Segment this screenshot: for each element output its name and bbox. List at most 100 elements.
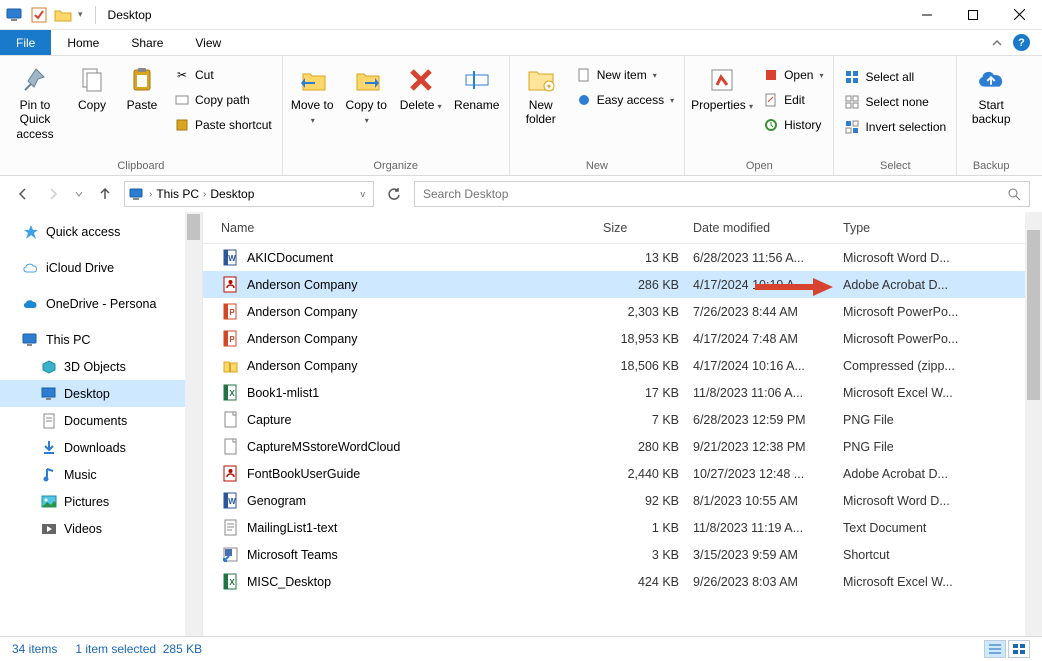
breadcrumb-root[interactable]: This PC: [156, 187, 199, 201]
chevron-right-icon[interactable]: ›: [203, 189, 206, 200]
search-icon[interactable]: [1007, 187, 1021, 201]
new-item-button[interactable]: New item▾: [572, 64, 678, 86]
file-row[interactable]: CaptureMSstoreWordCloud280 KB9/21/2023 1…: [203, 433, 1042, 460]
refresh-button[interactable]: [382, 187, 406, 202]
minimize-button[interactable]: [904, 0, 950, 30]
file-row[interactable]: WGenogram92 KB8/1/2023 10:55 AMMicrosoft…: [203, 487, 1042, 514]
file-size: 3 KB: [603, 548, 693, 562]
forward-button[interactable]: [42, 183, 64, 205]
search-input[interactable]: [423, 187, 1007, 201]
history-button[interactable]: History: [759, 114, 827, 136]
qat-dropdown-icon[interactable]: ▾: [78, 9, 83, 20]
folder-icon: [54, 6, 72, 24]
back-button[interactable]: [12, 183, 34, 205]
delete-button[interactable]: Delete ▾: [397, 60, 445, 112]
address-box[interactable]: › This PC › Desktop v: [124, 181, 374, 207]
copy-button[interactable]: Copy: [70, 60, 114, 112]
svg-text:X: X: [229, 578, 235, 587]
select-all-button[interactable]: Select all: [840, 66, 950, 88]
address-dropdown-icon[interactable]: v: [357, 189, 370, 199]
new-folder-button[interactable]: ✦ New folder: [516, 60, 566, 127]
cube-icon: [40, 358, 57, 375]
excel-icon: X: [221, 384, 239, 402]
file-size: 7 KB: [603, 413, 693, 427]
word-icon: W: [221, 492, 239, 510]
sidebar-icloud[interactable]: iCloud Drive: [0, 254, 202, 281]
file-row[interactable]: WAKICDocument13 KB6/28/2023 11:56 A...Mi…: [203, 244, 1042, 271]
sidebar-quick-access[interactable]: Quick access: [0, 218, 202, 245]
column-headers[interactable]: Name Size Date modified Type: [203, 212, 1042, 244]
file-date: 9/26/2023 8:03 AM: [693, 575, 843, 589]
help-icon[interactable]: ?: [1013, 34, 1030, 51]
file-row[interactable]: PAnderson Company18,953 KB4/17/2024 7:48…: [203, 325, 1042, 352]
thumbnails-view-button[interactable]: [1008, 640, 1030, 658]
sidebar-videos[interactable]: Videos: [0, 515, 202, 542]
column-size[interactable]: Size: [603, 221, 693, 235]
search-box[interactable]: [414, 181, 1030, 207]
copy-path-button[interactable]: Copy path: [170, 89, 276, 111]
content-scrollbar[interactable]: [1025, 212, 1042, 636]
file-date: 7/26/2023 8:44 AM: [693, 305, 843, 319]
sidebar-desktop[interactable]: Desktop: [0, 380, 202, 407]
paste-button[interactable]: Paste: [120, 60, 164, 112]
file-row[interactable]: XMISC_Desktop424 KB9/26/2023 8:03 AMMicr…: [203, 568, 1042, 595]
sidebar-onedrive[interactable]: OneDrive - Persona: [0, 290, 202, 317]
sidebar-this-pc[interactable]: This PC: [0, 326, 202, 353]
properties-button[interactable]: Properties ▾: [691, 60, 753, 112]
file-name: Capture: [247, 413, 603, 427]
file-name: Microsoft Teams: [247, 548, 603, 562]
sidebar-documents[interactable]: Documents: [0, 407, 202, 434]
file-size: 424 KB: [603, 575, 693, 589]
column-name[interactable]: Name: [221, 221, 603, 235]
copy-to-icon: [351, 64, 383, 96]
cut-button[interactable]: ✂Cut: [170, 64, 276, 86]
sidebar-pictures[interactable]: Pictures: [0, 488, 202, 515]
recent-locations-button[interactable]: [72, 183, 86, 205]
sidebar-scrollbar[interactable]: [185, 212, 202, 636]
edit-button[interactable]: Edit: [759, 89, 827, 111]
file-date: 6/28/2023 11:56 A...: [693, 251, 843, 265]
chevron-right-icon[interactable]: ›: [149, 189, 152, 200]
file-row[interactable]: Microsoft Teams3 KB3/15/2023 9:59 AMShor…: [203, 541, 1042, 568]
file-row[interactable]: XBook1-mlist117 KB11/8/2023 11:06 A...Mi…: [203, 379, 1042, 406]
paste-shortcut-icon: [174, 117, 190, 133]
file-row[interactable]: Anderson Company286 KB4/17/2024 10:19 A.…: [203, 271, 1042, 298]
invert-selection-button[interactable]: Invert selection: [840, 116, 950, 138]
file-type: Microsoft Word D...: [843, 251, 1042, 265]
up-button[interactable]: [94, 183, 116, 205]
start-backup-button[interactable]: Start backup: [963, 60, 1019, 127]
column-date[interactable]: Date modified: [693, 221, 843, 235]
file-size: 13 KB: [603, 251, 693, 265]
select-none-button[interactable]: Select none: [840, 91, 950, 113]
pin-to-quick-access-button[interactable]: Pin to Quick access: [6, 60, 64, 141]
file-row[interactable]: Anderson Company18,506 KB4/17/2024 10:16…: [203, 352, 1042, 379]
file-row[interactable]: MailingList1-text1 KB11/8/2023 11:19 A..…: [203, 514, 1042, 541]
tab-share[interactable]: Share: [115, 30, 179, 55]
text-icon: [221, 519, 239, 537]
file-row[interactable]: FontBookUserGuide2,440 KB10/27/2023 12:4…: [203, 460, 1042, 487]
file-date: 9/21/2023 12:38 PM: [693, 440, 843, 454]
ppt-icon: P: [221, 303, 239, 321]
easy-access-button[interactable]: Easy access▾: [572, 89, 678, 111]
file-row[interactable]: PAnderson Company2,303 KB7/26/2023 8:44 …: [203, 298, 1042, 325]
sidebar-music[interactable]: Music: [0, 461, 202, 488]
rename-button[interactable]: Rename: [451, 60, 503, 112]
collapse-ribbon-icon[interactable]: [991, 37, 1003, 49]
maximize-button[interactable]: [950, 0, 996, 30]
tab-file[interactable]: File: [0, 30, 51, 55]
move-to-button[interactable]: Move to ▾: [289, 60, 337, 127]
copy-to-button[interactable]: Copy to ▾: [343, 60, 391, 127]
sidebar-3d-objects[interactable]: 3D Objects: [0, 353, 202, 380]
open-button[interactable]: Open▾: [759, 64, 827, 86]
file-name: FontBookUserGuide: [247, 467, 603, 481]
sidebar-downloads[interactable]: Downloads: [0, 434, 202, 461]
breadcrumb-leaf[interactable]: Desktop: [210, 187, 254, 201]
tab-home[interactable]: Home: [51, 30, 115, 55]
paste-shortcut-button[interactable]: Paste shortcut: [170, 114, 276, 136]
details-view-button[interactable]: [984, 640, 1006, 658]
tab-view[interactable]: View: [179, 30, 237, 55]
close-button[interactable]: [996, 0, 1042, 30]
file-row[interactable]: Capture7 KB6/28/2023 12:59 PMPNG File: [203, 406, 1042, 433]
column-type[interactable]: Type: [843, 221, 1042, 235]
checkbox-icon[interactable]: [30, 6, 48, 24]
